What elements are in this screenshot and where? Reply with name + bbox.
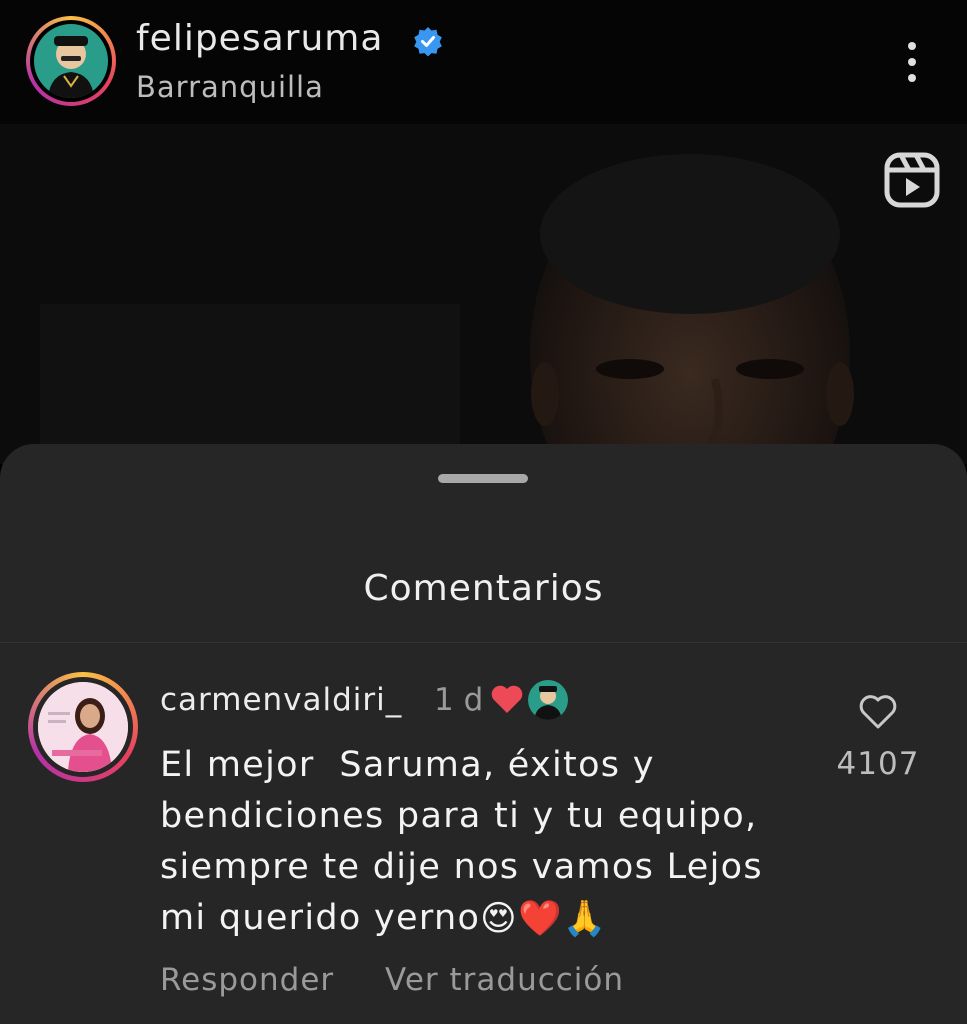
post-header: felipesaruma Barranquilla <box>0 0 967 124</box>
reel-video[interactable] <box>0 124 967 464</box>
comment-like-count: 4107 <box>836 746 920 782</box>
comment-actions: Responder Ver traducción <box>160 962 664 998</box>
divider <box>0 642 967 643</box>
author-avatar-image <box>34 24 108 98</box>
comment-body: El mejor Saruma, éxitos y bendiciones pa… <box>160 745 763 938</box>
author-avatar[interactable] <box>26 16 116 106</box>
screen: felipesaruma Barranquilla Comentarios ca… <box>0 0 967 1024</box>
more-options-icon[interactable] <box>896 40 928 84</box>
commenter-avatar-image <box>38 682 128 772</box>
reply-button[interactable]: Responder <box>160 962 334 998</box>
comment-emojis: 😍❤️🙏 <box>480 898 608 939</box>
verified-badge-icon <box>414 27 442 56</box>
liked-by-author-heart-icon <box>491 685 523 713</box>
post-location[interactable]: Barranquilla <box>136 70 324 104</box>
comment-timestamp: 1 d <box>434 682 484 718</box>
commenter-username[interactable]: carmenvaldiri_ <box>160 682 402 718</box>
heart-outline-icon[interactable] <box>858 694 898 730</box>
author-username[interactable]: felipesaruma <box>136 18 383 59</box>
commenter-avatar[interactable] <box>28 672 138 782</box>
author-liked-avatar <box>528 680 568 720</box>
sheet-title: Comentarios <box>363 568 604 609</box>
reels-icon <box>884 152 940 208</box>
video-frame <box>0 124 967 464</box>
sheet-drag-handle[interactable] <box>438 474 528 483</box>
see-translation-button[interactable]: Ver traducción <box>385 962 624 998</box>
comment-text: El mejor Saruma, éxitos y bendiciones pa… <box>160 740 840 945</box>
comments-sheet: Comentarios carmenvaldiri_ 1 d El mejor … <box>0 444 967 1024</box>
